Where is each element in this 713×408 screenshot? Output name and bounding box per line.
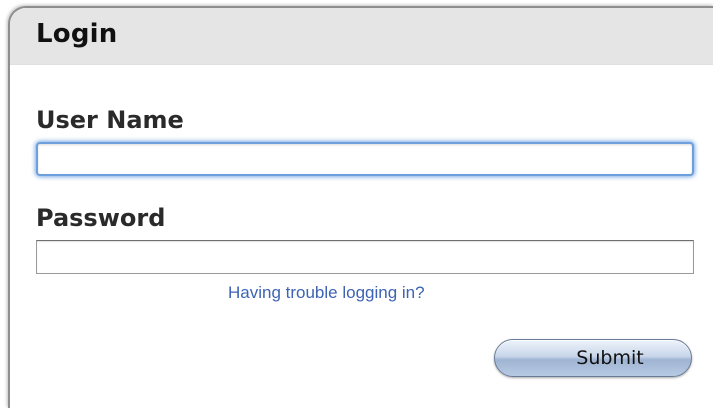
username-label: User Name (36, 106, 184, 134)
password-label: Password (36, 204, 166, 232)
trouble-logging-in-link[interactable]: Having trouble logging in? (228, 283, 425, 303)
panel-header: Login (10, 8, 713, 65)
submit-button[interactable]: Submit (494, 339, 692, 377)
username-input[interactable] (36, 142, 694, 176)
password-input[interactable] (36, 240, 694, 274)
panel-title: Login (36, 19, 118, 49)
login-panel: Login User Name Password Having trouble … (8, 6, 713, 408)
